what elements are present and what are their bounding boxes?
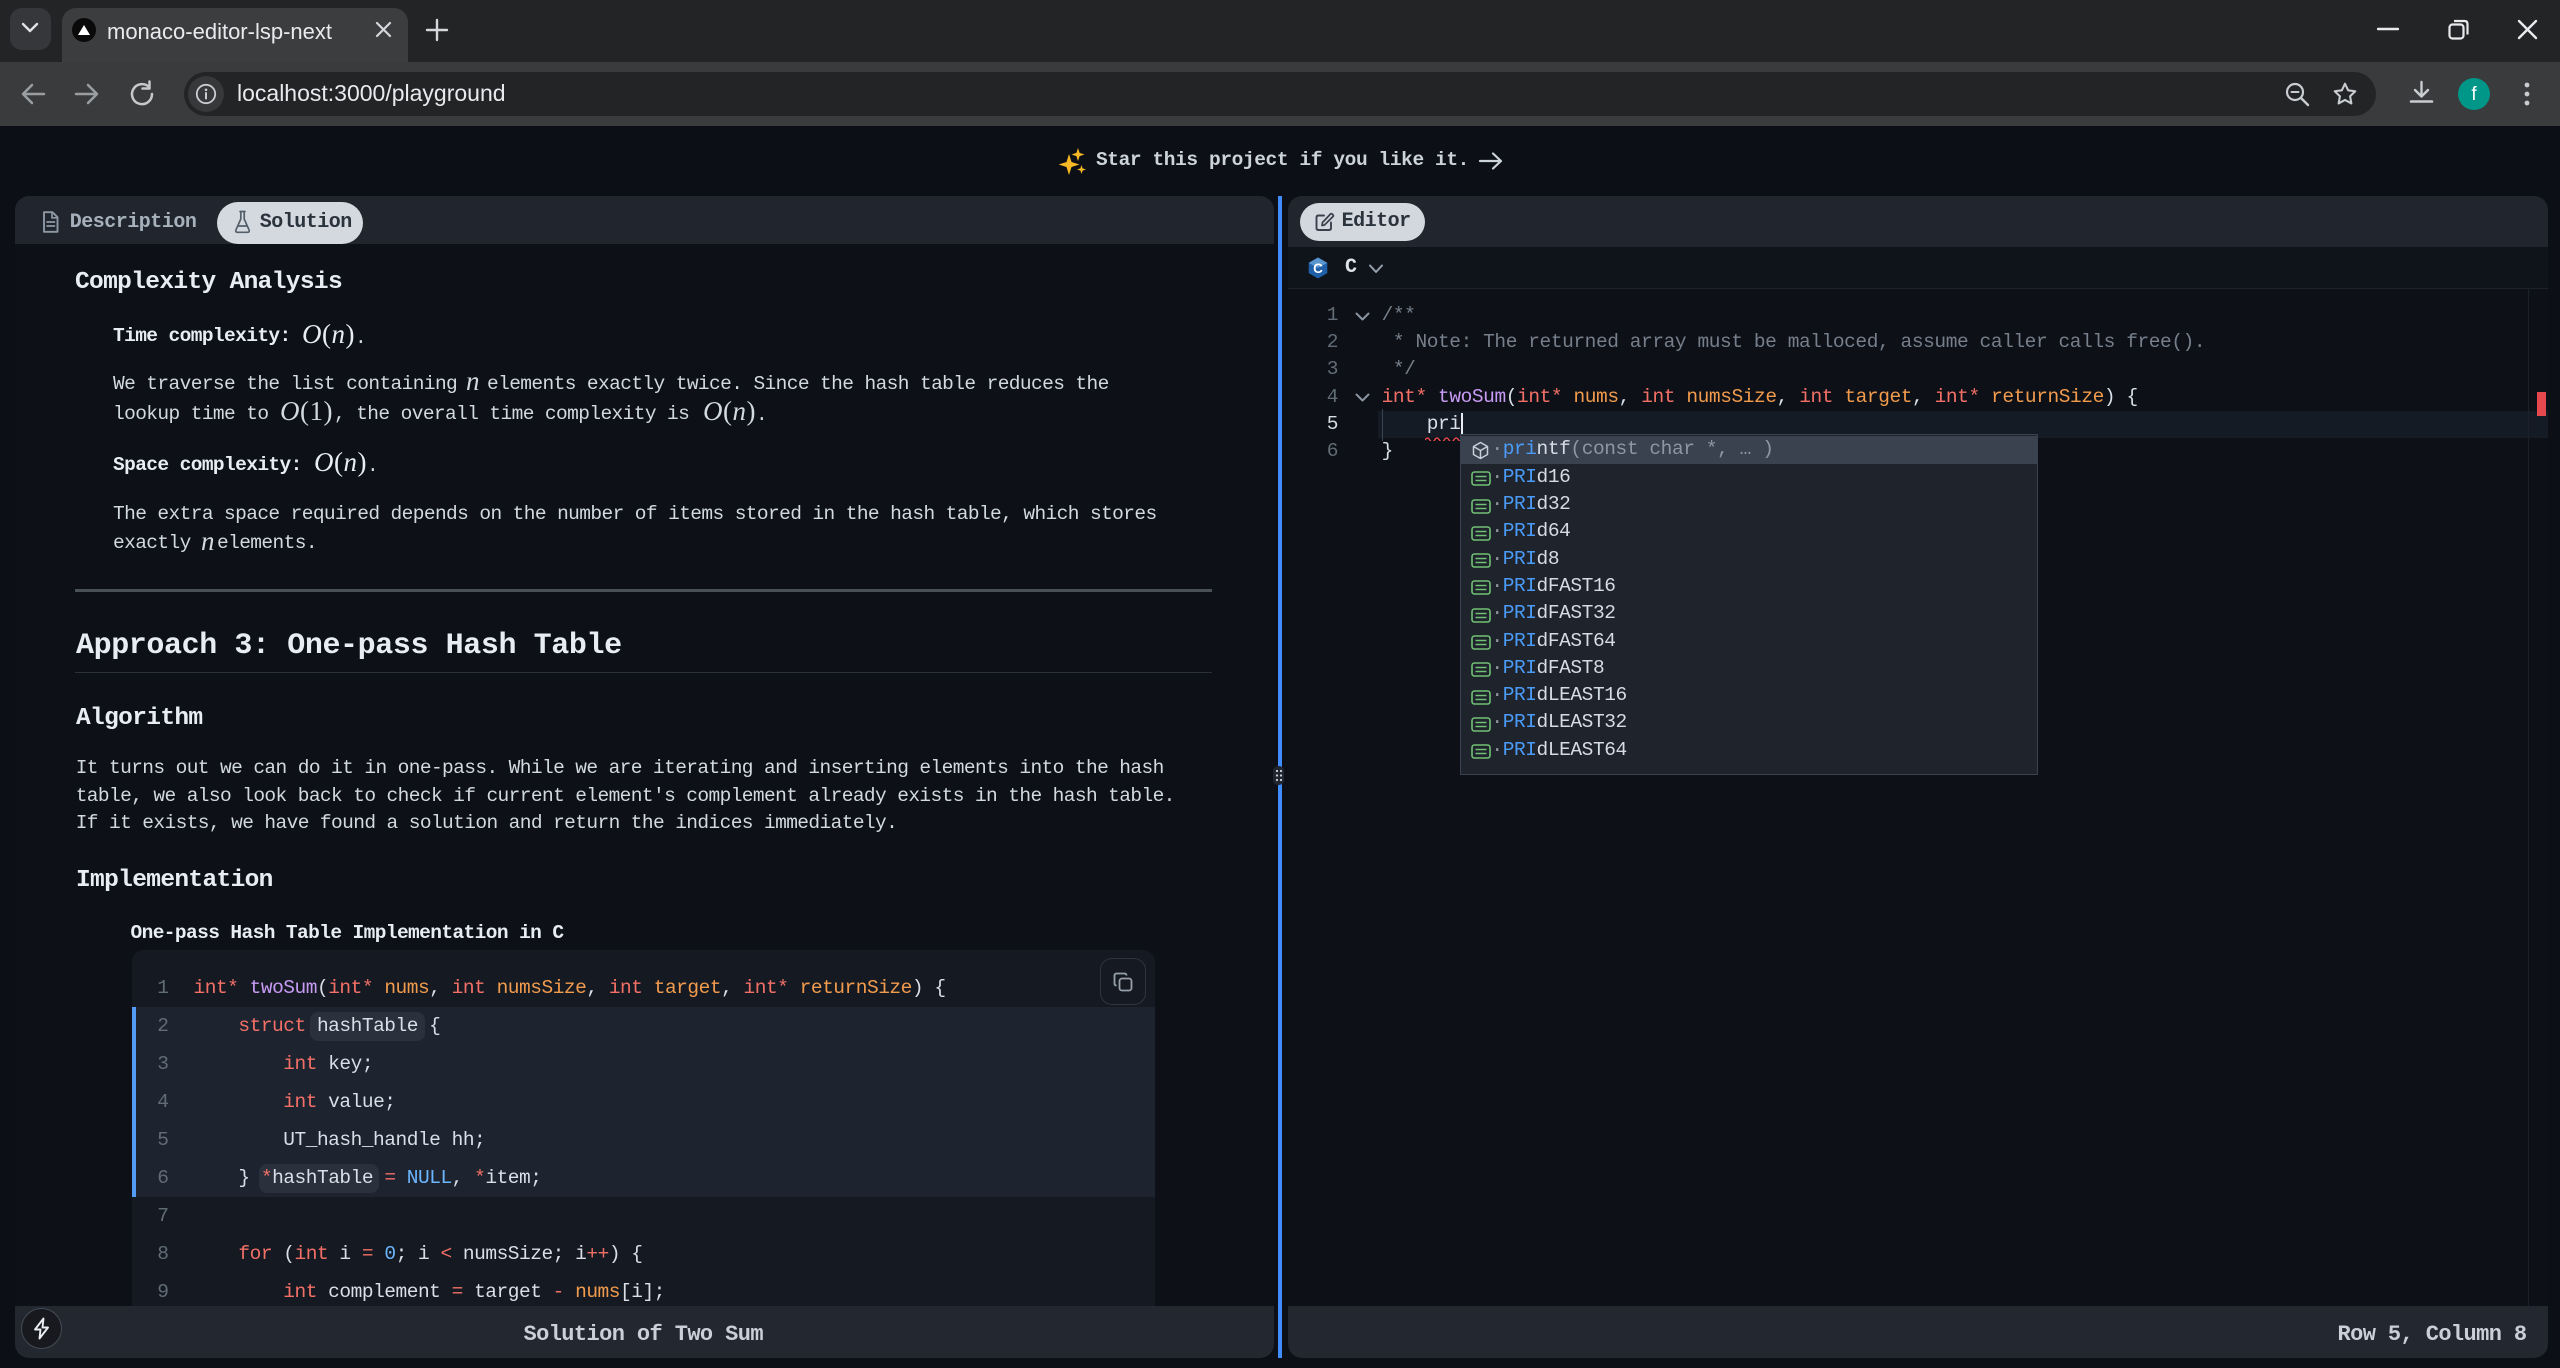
svg-text:C: C: [1313, 260, 1323, 275]
